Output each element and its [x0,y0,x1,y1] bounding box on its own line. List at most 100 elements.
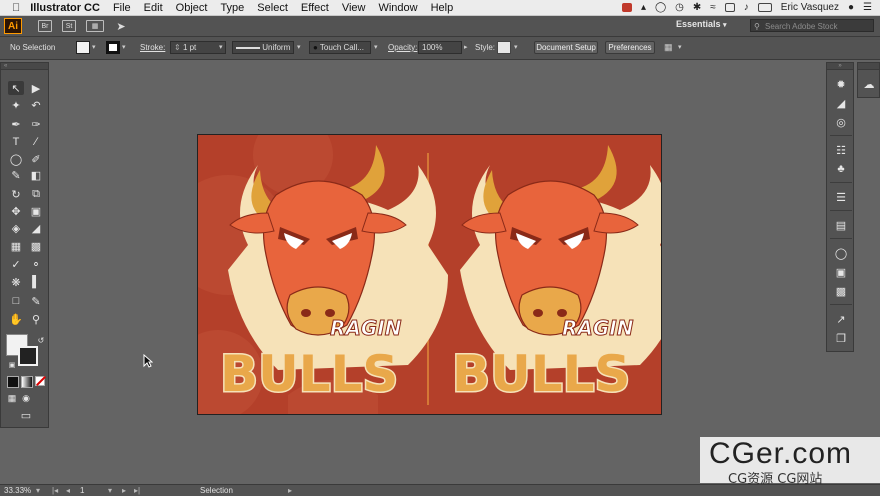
rotate-tool-icon[interactable]: ↻ [8,187,24,201]
appearance-icon[interactable]: ◎ [833,115,849,129]
artboard-dropdown-icon[interactable]: ▾ [108,486,112,495]
volume-icon[interactable]: ♪ [744,2,749,13]
transparency-icon[interactable]: ◯ [833,246,849,260]
next-artboard-icon[interactable]: ▸ [122,486,126,495]
status-menu-icon[interactable]: ▸ [288,486,292,495]
profile-dropdown-icon[interactable]: ▾ [297,43,301,51]
eraser-icon[interactable]: ◧ [28,168,44,182]
opacity-field[interactable]: 100% [418,41,462,54]
transform-icon[interactable]: ▩ [833,284,849,298]
opacity-label[interactable]: Opacity: [388,43,417,52]
layers-icon[interactable]: ❐ [833,331,849,345]
first-artboard-icon[interactable]: |◂ [52,486,58,495]
magic-wand-icon[interactable]: ✦ [8,98,24,112]
free-transform-icon[interactable]: ▣ [28,204,44,218]
brush-definition[interactable]: ● Touch Call... [309,41,371,54]
stroke-weight-field[interactable]: ⇕ 1 pt [170,41,226,54]
shaper-tool-icon[interactable]: ✎ [8,168,24,182]
menu-select[interactable]: Select [257,2,288,14]
gradient-tool-icon[interactable]: ▩ [28,239,44,253]
draw-behind-icon[interactable]: ◉ [18,391,34,405]
type-tool-icon[interactable]: T [8,135,24,149]
opacity-arrow-icon[interactable]: ▸ [464,43,468,51]
direct-selection-tool-icon[interactable]: ▶ [28,81,44,95]
user-name[interactable]: Eric Vasquez [781,2,839,13]
column-graph-icon[interactable]: ▌ [28,275,44,289]
selection-tool-icon[interactable]: ↖ [8,81,24,95]
eyedropper-icon[interactable]: ✓ [8,257,24,271]
bluetooth-icon[interactable]: ✱ [693,2,701,13]
stroke-label[interactable]: Stroke: [140,43,165,52]
control-menu-icon[interactable]: ▾ [678,43,682,51]
pen-tool-icon[interactable]: ✒ [8,117,24,131]
dock-grip[interactable]: » [827,63,853,70]
zoom-tool-icon[interactable]: ⚲ [28,312,44,326]
document-setup-button[interactable]: Document Setup [534,41,598,54]
battery-icon[interactable] [757,3,772,12]
airplay-icon[interactable] [724,3,735,12]
symbols-icon[interactable]: ♣ [833,162,849,176]
menu-file[interactable]: File [113,2,131,14]
fill-dropdown-icon[interactable]: ▾ [92,43,96,51]
stroke-dropdown-icon[interactable]: ▾ [122,43,126,51]
siri-icon[interactable]: ● [848,2,854,13]
brush-dropdown-icon[interactable]: ▾ [374,43,378,51]
scale-tool-icon[interactable]: ⧉ [28,187,44,201]
stroke-swatch[interactable] [106,41,120,54]
line-tool-icon[interactable]: ∕ [28,135,44,149]
color-guide-icon[interactable]: ✹ [833,77,849,91]
adobe-stock-search[interactable]: ⚲ Search Adobe Stock [750,19,874,32]
zoom-dropdown-icon[interactable]: ▾ [36,486,40,495]
panel-grip[interactable]: « [1,63,48,70]
artboard-number[interactable]: 1 [80,486,84,495]
dock-grip[interactable] [858,63,879,70]
lasso-icon[interactable]: ↶ [28,98,44,112]
paintbrush-icon[interactable]: ✐ [28,152,44,166]
width-tool-icon[interactable]: ✥ [8,204,24,218]
color-icon[interactable]: ◢ [833,96,849,110]
perspective-grid-icon[interactable]: ◢ [28,221,44,235]
blend-tool-icon[interactable]: ⚬ [28,257,44,271]
export-icon[interactable]: ↗ [833,312,849,326]
menu-object[interactable]: Object [176,2,208,14]
graphic-style-swatch[interactable] [497,41,511,54]
mesh-tool-icon[interactable]: ▦ [8,239,24,253]
workspace-switcher[interactable]: Essentials ▾ [676,19,727,29]
creative-cloud-icon[interactable]: ◯ [655,2,666,13]
last-artboard-icon[interactable]: ▸| [134,486,140,495]
apple-icon[interactable]:  [12,2,20,14]
bridge-icon[interactable]: Br [38,20,52,32]
curvature-tool-icon[interactable]: ✑ [28,117,44,131]
previous-artboard-icon[interactable]: ◂ [66,486,70,495]
fill-swatch[interactable] [76,41,90,54]
gpu-performance-icon[interactable]: ➤ [114,20,128,33]
shape-builder-icon[interactable]: ◈ [8,221,24,235]
brushes-icon[interactable]: ☷ [833,143,849,157]
none-mode-icon[interactable] [35,376,46,386]
style-dropdown-icon[interactable]: ▾ [514,43,518,51]
default-colors-icon[interactable]: ▣ [4,358,20,372]
artboard-tool-icon[interactable]: □ [8,294,24,308]
menu-view[interactable]: View [342,2,366,14]
preferences-button[interactable]: Preferences [605,41,655,54]
hand-tool-icon[interactable]: ✋ [8,312,24,326]
menu-effect[interactable]: Effect [301,2,329,14]
align-panel-icon[interactable]: ▤ [833,218,849,232]
stock-icon[interactable]: St [62,20,76,32]
stroke-panel-icon[interactable]: ☰ [833,190,849,204]
stroke-color-box[interactable] [18,346,38,366]
menu-edit[interactable]: Edit [144,2,163,14]
cc-libraries-icon[interactable]: ☁ [861,77,877,91]
gradient-mode-icon[interactable] [21,376,33,388]
variable-width-profile[interactable]: Uniform [232,41,294,54]
color-mode-icon[interactable] [7,376,19,388]
swap-colors-icon[interactable]: ↺ [33,333,49,347]
record-icon[interactable] [621,3,632,12]
slice-tool-icon[interactable]: ✎ [28,294,44,308]
artboard[interactable]: RAGIN BULLS RAGIN BULLS [197,134,662,415]
stroke-weight-dropdown-icon[interactable]: ▾ [219,43,223,51]
symbol-sprayer-icon[interactable]: ❋ [8,275,24,289]
dropbox-icon[interactable]: ▴ [641,2,646,13]
zoom-level[interactable]: 33.33% [4,486,31,495]
ellipse-tool-icon[interactable]: ◯ [8,152,24,166]
